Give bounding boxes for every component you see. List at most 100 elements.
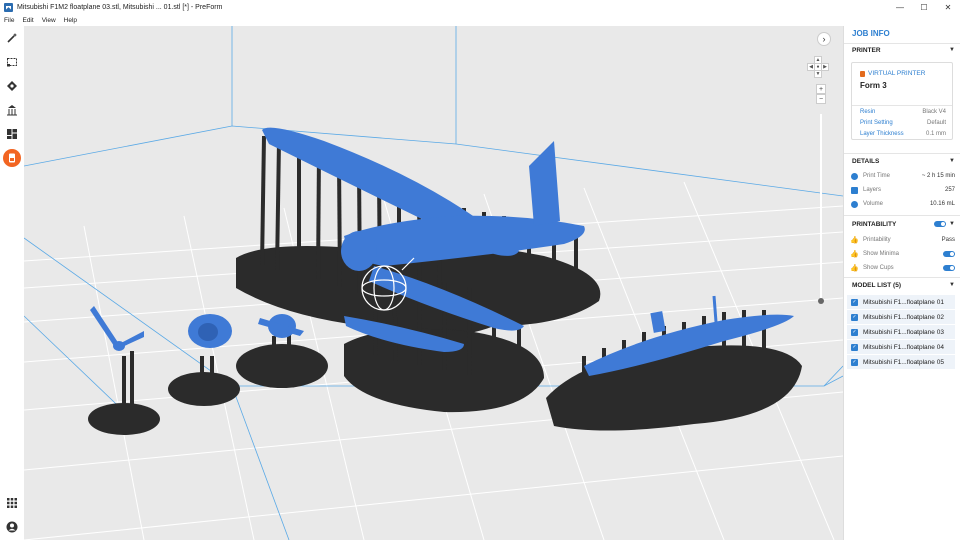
volume-label: Volume — [863, 201, 884, 207]
print-icon[interactable] — [3, 149, 21, 167]
apps-grid-icon[interactable] — [3, 494, 21, 512]
show-minima-label: Show Minima — [863, 251, 900, 257]
layer-thickness-label: Layer Thickness — [860, 131, 904, 137]
thumbs-up-icon: 👍 — [850, 237, 859, 244]
model-name: Mitsubishi F1...floatplane 04 — [863, 343, 944, 351]
clock-icon — [851, 172, 858, 180]
model-name: Mitsubishi F1...floatplane 03 — [863, 328, 944, 336]
printability-controls: ▼ — [934, 221, 955, 227]
maximize-button[interactable]: ☐ — [912, 0, 936, 15]
thumbs-up-icon: 👍 — [850, 251, 859, 258]
view-next-button[interactable]: › — [817, 32, 831, 46]
printability-toggle[interactable] — [934, 221, 947, 227]
scene-render — [24, 26, 843, 540]
pan-down-icon[interactable]: ▼ — [814, 70, 822, 78]
minimize-button[interactable]: — — [888, 0, 912, 15]
divider — [844, 215, 960, 216]
printability-header-label: PRINTABILITY — [852, 220, 897, 228]
printer-header-label: PRINTER — [852, 46, 881, 54]
model-name: Mitsubishi F1...floatplane 02 — [863, 313, 944, 321]
thumbs-up-icon: 👍 — [850, 265, 859, 272]
magic-wand-icon[interactable] — [3, 29, 21, 47]
layer-thickness-row[interactable]: Layer Thickness 0.1 mm — [860, 131, 946, 137]
preform-app-icon — [4, 3, 13, 12]
account-icon[interactable] — [3, 518, 21, 536]
3d-viewport[interactable]: › ▲ ◀ ● ▶ ▼ + − — [24, 26, 843, 540]
checkbox-icon[interactable]: ✓ — [851, 328, 858, 336]
printer-card[interactable]: VIRTUAL PRINTER Form 3 Resin Black V4 Pr… — [851, 62, 953, 140]
window-controls: — ☐ ✕ — [888, 0, 960, 15]
show-minima-row: 👍 Show Minima — [850, 248, 955, 260]
menu-file[interactable]: File — [4, 17, 14, 24]
layout-icon[interactable] — [3, 125, 21, 143]
supports-icon[interactable] — [3, 101, 21, 119]
zoom-in-button[interactable]: + — [816, 84, 826, 94]
layers-value: 257 — [944, 187, 955, 193]
print-time-value: ~ 2 h 15 min — [921, 173, 955, 179]
list-item[interactable]: ✓ Mitsubishi F1...floatplane 01 — [847, 295, 955, 310]
zoom-slider-track[interactable] — [820, 114, 822, 302]
details-section-header[interactable]: DETAILS ▼ — [852, 155, 955, 167]
list-item[interactable]: ✓ Mitsubishi F1...floatplane 02 — [847, 310, 955, 325]
virtual-printer-label: VIRTUAL PRINTER — [860, 70, 925, 77]
model-name: Mitsubishi F1...floatplane 05 — [863, 358, 944, 366]
layers-icon — [851, 186, 858, 194]
layer-thickness-value: 0.1 mm — [925, 131, 946, 137]
checkbox-icon[interactable]: ✓ — [851, 358, 858, 366]
divider — [844, 153, 960, 154]
model-name: Mitsubishi F1...floatplane 01 — [863, 298, 944, 306]
close-button[interactable]: ✕ — [936, 0, 960, 15]
resin-value: Black V4 — [922, 109, 946, 115]
view-nav-pad[interactable]: ▲ ◀ ● ▶ ▼ — [807, 56, 829, 78]
divider — [852, 105, 952, 106]
divider — [844, 277, 960, 278]
orient-icon[interactable] — [3, 77, 21, 95]
menu-help[interactable]: Help — [64, 17, 77, 24]
print-setting-row[interactable]: Print Setting Default — [860, 120, 946, 126]
menu-bar: File Edit View Help — [0, 15, 960, 26]
printability-value: Pass — [941, 237, 955, 243]
show-minima-toggle[interactable] — [943, 251, 955, 257]
pan-right-icon[interactable]: ▶ — [821, 63, 829, 71]
printer-name: Form 3 — [860, 81, 887, 90]
layers-label: Layers — [863, 187, 882, 193]
list-item[interactable]: ✓ Mitsubishi F1...floatplane 05 — [847, 355, 955, 370]
menu-edit[interactable]: Edit — [22, 17, 33, 24]
print-setting-value: Default — [926, 120, 946, 126]
show-cups-label: Show Cups — [863, 265, 894, 271]
menu-view[interactable]: View — [42, 17, 56, 24]
printer-icon — [860, 70, 865, 77]
title-bar: Mitsubishi F1M2 floatplane 03.stl, Mitsu… — [0, 0, 960, 15]
chevron-down-icon[interactable]: ▼ — [949, 47, 955, 53]
job-info-panel: JOB INFO PRINTER ▼ VIRTUAL PRINTER Form … — [843, 26, 960, 540]
chevron-down-icon[interactable]: ▼ — [949, 158, 955, 164]
checkbox-icon[interactable]: ✓ — [851, 313, 858, 321]
model-list-header-label: MODEL LIST (5) — [852, 281, 901, 289]
volume-value: 10.16 mL — [929, 201, 955, 207]
printability-label: Printability — [863, 237, 891, 243]
print-time-label: Print Time — [863, 173, 891, 179]
printer-section-header[interactable]: PRINTER ▼ — [852, 44, 955, 56]
show-cups-toggle[interactable] — [943, 265, 955, 271]
printability-section-header[interactable]: PRINTABILITY ▼ — [852, 218, 955, 230]
chevron-down-icon[interactable]: ▼ — [949, 282, 955, 288]
model-list: ✓ Mitsubishi F1...floatplane 01 ✓ Mitsub… — [847, 295, 955, 370]
resin-row[interactable]: Resin Black V4 — [860, 109, 946, 115]
chevron-down-icon[interactable]: ▼ — [949, 221, 955, 227]
zoom-out-button[interactable]: − — [816, 94, 826, 104]
select-box-icon[interactable] — [3, 53, 21, 71]
list-item[interactable]: ✓ Mitsubishi F1...floatplane 03 — [847, 325, 955, 340]
window-title: Mitsubishi F1M2 floatplane 03.stl, Mitsu… — [17, 4, 223, 11]
list-item[interactable]: ✓ Mitsubishi F1...floatplane 04 — [847, 340, 955, 355]
panel-title: JOB INFO — [852, 29, 890, 38]
checkbox-icon[interactable]: ✓ — [851, 343, 858, 351]
model-list-section-header[interactable]: MODEL LIST (5) ▼ — [852, 279, 955, 291]
print-setting-label: Print Setting — [860, 120, 893, 126]
resin-label: Resin — [860, 109, 876, 115]
zoom-slider-handle[interactable] — [818, 298, 824, 304]
printability-row: 👍 Printability Pass — [850, 234, 955, 246]
checkbox-icon[interactable]: ✓ — [851, 298, 858, 306]
layers-row: Layers 257 — [851, 184, 955, 196]
details-header-label: DETAILS — [852, 157, 880, 165]
left-toolbar — [0, 26, 24, 540]
